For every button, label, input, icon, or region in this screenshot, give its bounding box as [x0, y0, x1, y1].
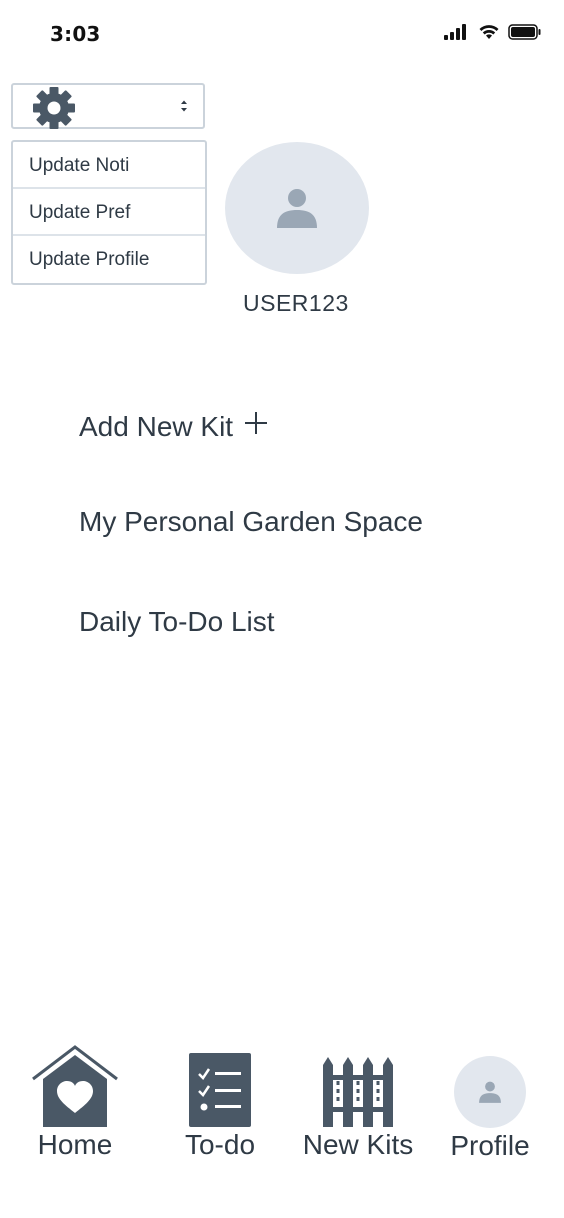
plus-icon — [243, 410, 269, 443]
gear-icon — [31, 85, 77, 135]
nav-profile-label: Profile — [450, 1130, 530, 1161]
cellular-signal-icon — [444, 24, 470, 44]
garden-space-link[interactable]: My Personal Garden Space — [79, 506, 423, 538]
checklist-icon — [189, 1053, 251, 1127]
username: USER123 — [243, 290, 349, 316]
status-time: 3:03 — [50, 22, 101, 46]
nav-profile[interactable]: Profile — [442, 1056, 538, 1162]
menu-item-update-noti[interactable]: Update Noti — [13, 142, 205, 189]
menu-item-update-pref[interactable]: Update Pref — [13, 189, 205, 236]
nav-todo-label: To-do — [184, 1129, 256, 1160]
profile-avatar[interactable] — [225, 142, 369, 274]
nav-new-kits-label: New Kits — [302, 1129, 414, 1160]
wifi-icon — [478, 24, 500, 44]
battery-icon — [508, 24, 542, 44]
nav-todo[interactable]: To-do — [178, 1053, 262, 1161]
add-new-kit-link[interactable]: Add New Kit — [79, 410, 269, 443]
avatar — [454, 1056, 526, 1128]
person-icon — [277, 189, 317, 228]
fence-icon — [323, 1057, 393, 1127]
nav-home[interactable]: Home — [28, 1045, 122, 1161]
avatar-icon — [479, 1081, 501, 1103]
add-new-kit-label: Add New Kit — [79, 410, 234, 442]
nav-home-label: Home — [37, 1129, 113, 1160]
daily-todo-list-link[interactable]: Daily To-Do List — [79, 606, 275, 638]
nav-new-kits[interactable]: New Kits — [296, 1057, 420, 1161]
menu-item-update-profile[interactable]: Update Profile — [13, 236, 205, 283]
settings-menu: Update Noti Update Pref Update Profile — [11, 140, 207, 285]
select-arrows-icon — [179, 98, 189, 118]
home-heart-icon — [32, 1045, 118, 1127]
status-icons — [444, 24, 542, 44]
settings-dropdown[interactable] — [11, 83, 205, 129]
